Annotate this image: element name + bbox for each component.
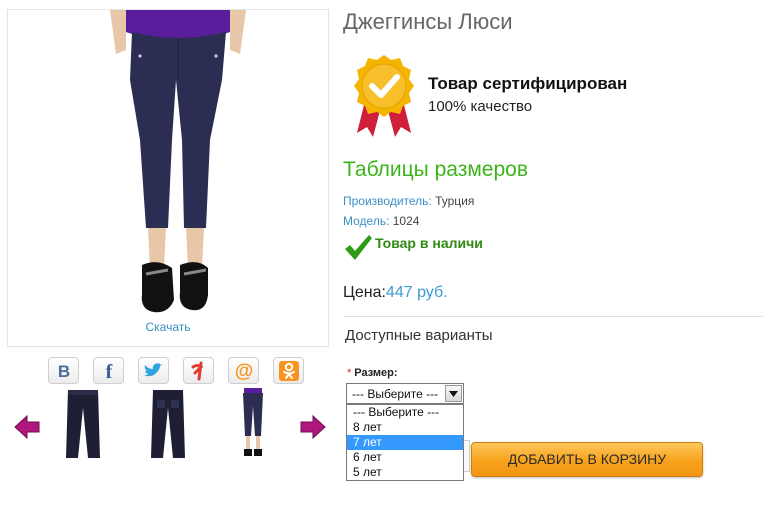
model-label: Модель: [343,214,390,228]
certificate-subtitle: 100% качество [428,98,533,115]
size-option[interactable]: 5 лет [347,465,463,480]
size-option-highlighted[interactable]: 7 лет [347,435,463,450]
quantity-field-edge [464,440,470,472]
svg-text:@: @ [234,361,253,381]
product-photo-jeggings [110,10,246,313]
share-vk-button[interactable]: В [48,357,79,384]
share-mailru-button[interactable]: @ [228,357,259,384]
manufacturer-label[interactable]: Производитель: [343,194,432,208]
share-odnoklassniki-button[interactable] [273,357,304,384]
size-tables-link[interactable]: Таблицы размеров [343,158,528,182]
main-product-image[interactable]: Скачать [7,9,329,347]
model-value: 1024 [392,214,420,228]
model-line: Модель: 1024 [343,214,419,228]
share-yaru-button[interactable] [183,357,214,384]
size-label: * Размер: [347,367,398,379]
add-to-cart-button[interactable]: ДОБАВИТЬ В КОРЗИНУ [471,442,703,477]
share-twitter-button[interactable] [138,357,169,384]
product-title: Джеггинсы Люси [343,9,513,34]
svg-text:f: f [105,362,112,380]
carousel-prev-button[interactable] [14,414,40,445]
thumbnail-pants-front [66,390,100,458]
twitter-icon [143,362,164,376]
thumbnail-1[interactable] [58,388,108,464]
share-facebook-button[interactable]: f [93,357,124,384]
download-link[interactable]: Скачать [8,320,328,334]
carousel-next-button[interactable] [300,414,326,445]
size-select-value: --- Выберите --- [352,387,439,401]
price: Цена:447 руб. [343,284,448,302]
mailru-icon: @ [234,361,253,381]
manufacturer-value: Турция [435,194,475,208]
price-label: Цена: [343,284,386,301]
checkmark-icon [345,235,372,260]
size-option[interactable]: --- Выберите --- [347,405,463,420]
certificate-title: Товар сертифицирован [428,74,628,93]
certificate-badge-icon [351,53,417,144]
stock-status-text: Товар в наличи [375,235,483,251]
size-dropdown-list: --- Выберите --- 8 лет 7 лет 6 лет 5 лет [346,404,464,481]
variants-title: Доступные варианты [345,327,493,344]
svg-text:В: В [57,362,69,380]
yaru-icon [191,361,203,380]
thumbnail-2[interactable] [143,388,193,464]
chevron-down-icon[interactable] [445,385,462,402]
manufacturer-line: Производитель: Турция [343,194,474,208]
vk-icon: В [57,362,69,380]
size-label-text: Размер: [354,367,398,379]
thumbnail-pants-back [151,390,185,458]
thumbnail-3[interactable] [228,388,278,464]
thumbnail-model [243,388,263,456]
arrow-right-icon [300,414,326,440]
stock-status: Товар в наличи [343,232,483,262]
arrow-left-icon [14,414,40,440]
required-mark: * [347,367,352,379]
facebook-icon: f [105,362,112,380]
size-select[interactable]: --- Выберите --- [346,383,464,404]
price-value: 447 руб. [385,284,448,301]
odnoklassniki-icon [278,360,299,381]
size-option[interactable]: 8 лет [347,420,463,435]
divider [343,316,763,317]
size-option[interactable]: 6 лет [347,450,463,465]
